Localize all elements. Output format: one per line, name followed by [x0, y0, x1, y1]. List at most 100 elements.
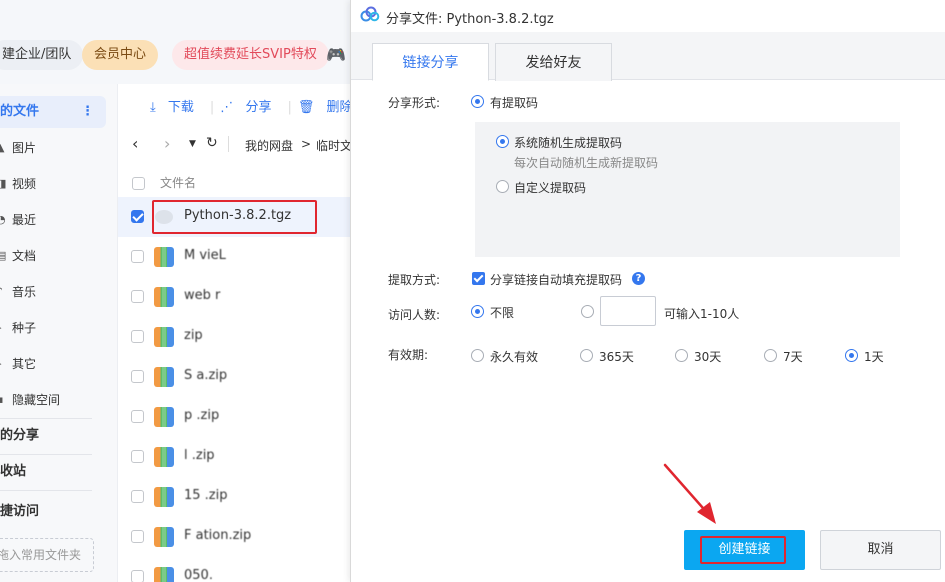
file-toolbar: ⤓ 下载 | ⋰ 分享 | 🗑 删除 — [150, 96, 369, 115]
dialog-title: 分享文件: Python-3.8.2.tgz — [386, 12, 554, 27]
team-button[interactable]: 建企业/团队 — [0, 40, 84, 70]
quick-access-drop-zone[interactable]: 拖入常用文件夹 — [0, 538, 94, 572]
share-button[interactable]: ⋰ 分享 — [220, 100, 279, 115]
breadcrumb-current[interactable]: 临时文 — [316, 137, 352, 154]
visitors-label: 访问人数: — [388, 308, 441, 322]
file-checkbox[interactable] — [131, 530, 144, 543]
file-row[interactable]: 15 .zip — [118, 477, 350, 517]
file-name: l .zip — [184, 448, 215, 463]
file-row[interactable]: 050. — [118, 557, 350, 582]
vip-center-button[interactable]: 会员中心 — [82, 40, 159, 70]
more-icon[interactable]: ⋮ — [81, 96, 94, 128]
sidebar-item-recycle[interactable]: 收站 — [0, 458, 26, 486]
video-icon: ◨ — [0, 177, 7, 190]
zip-icon — [154, 247, 174, 267]
download-button[interactable]: ⤓ 下载 — [150, 100, 202, 115]
sidebar-item-my-files[interactable]: 的文件 ⋮ — [0, 96, 106, 128]
clock-icon: ◔ — [0, 213, 6, 226]
sidebar-item-seeds[interactable]: ▸种子 — [0, 314, 100, 342]
sidebar-item-my-share[interactable]: 的分享 — [0, 422, 39, 450]
with-code-radio[interactable] — [471, 95, 484, 108]
file-row[interactable]: web r — [118, 277, 350, 317]
create-link-button[interactable]: 创建链接 — [684, 530, 805, 570]
file-name: M vieL — [184, 248, 226, 263]
file-checkbox[interactable] — [131, 370, 144, 383]
annotation-arrow-icon — [663, 463, 716, 524]
file-row[interactable]: p .zip — [118, 397, 350, 437]
file-checkbox[interactable] — [131, 490, 144, 503]
refresh-icon[interactable]: ↻ — [206, 135, 218, 151]
with-code-label: 有提取码 — [490, 96, 539, 110]
breadcrumb-sep: > — [301, 137, 312, 151]
limited-radio[interactable] — [581, 305, 594, 318]
file-checkbox[interactable] — [131, 290, 144, 303]
validity-radio-30[interactable] — [675, 349, 688, 362]
zip-icon — [154, 567, 174, 582]
sidebar-item-hidden-space[interactable]: ▪隐藏空间 — [0, 386, 100, 414]
unlimited-radio[interactable] — [471, 305, 484, 318]
back-icon[interactable]: ‹ — [132, 134, 138, 153]
file-name: F ation.zip — [184, 528, 252, 543]
file-checkbox[interactable] — [131, 330, 144, 343]
zip-icon — [154, 407, 174, 427]
auto-fill-checkbox[interactable] — [472, 272, 485, 285]
validity-radio-permanent[interactable] — [471, 349, 484, 362]
file-checkbox[interactable] — [131, 570, 144, 582]
select-all-checkbox[interactable] — [132, 177, 145, 190]
sidebar: 的文件 ⋮ ▲图片 ◨视频 ◔最近 ▤文档 ♪音乐 ▸种子 ▸其它 ▪隐藏空间 … — [0, 84, 118, 582]
help-icon[interactable]: ? — [632, 272, 645, 285]
zip-icon — [154, 487, 174, 507]
sidebar-item-other[interactable]: ▸其它 — [0, 350, 100, 378]
sidebar-item-recent[interactable]: ◔ 最近 — [0, 206, 100, 234]
validity-label: 有效期: — [388, 348, 429, 362]
file-row[interactable]: zip — [118, 317, 350, 357]
zip-icon — [154, 527, 174, 547]
other-icon: ▸ — [0, 350, 10, 378]
validity-radio-7[interactable] — [764, 349, 777, 362]
zip-icon — [154, 287, 174, 307]
file-checkbox[interactable] — [131, 450, 144, 463]
visitors-hint: 可输入1-10人 — [664, 307, 740, 321]
random-code-radio[interactable] — [496, 135, 509, 148]
forward-icon[interactable]: › — [164, 134, 170, 153]
highlight-box-file — [152, 200, 317, 234]
file-name: zip — [184, 328, 203, 343]
validity-option-label: 365天 — [599, 350, 634, 364]
file-checkbox[interactable] — [131, 410, 144, 423]
tab-send-to-friend[interactable]: 发给好友 — [495, 43, 612, 81]
path-nav: ‹ › ▼ ↻ 我的网盘 > 临时文 — [132, 134, 352, 158]
column-name-label: 文件名 — [160, 176, 197, 190]
tab-link-share[interactable]: 链接分享 — [372, 43, 489, 81]
validity-radio-1[interactable] — [845, 349, 858, 362]
history-dropdown-icon[interactable]: ▼ — [189, 139, 196, 149]
validity-radio-365[interactable] — [580, 349, 593, 362]
divider — [228, 136, 229, 152]
breadcrumb-root[interactable]: 我的网盘 — [245, 137, 293, 154]
file-checkbox[interactable] — [131, 210, 144, 223]
share-dialog: 分享文件: Python-3.8.2.tgz 链接分享 发给好友 分享形式: 有… — [350, 0, 945, 582]
sidebar-item-videos[interactable]: ◨ 视频 — [0, 170, 100, 198]
file-name: 15 .zip — [184, 488, 228, 503]
file-pane: ⤓ 下载 | ⋰ 分享 | 🗑 删除 ‹ › ▼ ↻ 我的网盘 > 临时文 文件名 Py… — [118, 84, 353, 582]
sidebar-item-docs[interactable]: ▤ 文档 — [0, 242, 100, 270]
validity-option-label: 7天 — [783, 350, 803, 364]
file-row[interactable]: S a.zip — [118, 357, 350, 397]
custom-code-radio[interactable] — [496, 180, 509, 193]
zip-icon — [154, 447, 174, 467]
file-row[interactable]: M vieL — [118, 237, 350, 277]
svip-promo-button[interactable]: 超值续费延长SVIP特权 — [172, 40, 329, 70]
sidebar-item-images[interactable]: ▲ 图片 — [0, 134, 100, 162]
cancel-button[interactable]: 取消 — [820, 530, 941, 570]
file-checkbox[interactable] — [131, 250, 144, 263]
file-row[interactable]: F ation.zip — [118, 517, 350, 557]
extract-method-label: 提取方式: — [388, 273, 441, 287]
image-icon: ▲ — [0, 141, 5, 154]
file-row[interactable]: l .zip — [118, 437, 350, 477]
visitor-count-input[interactable] — [600, 296, 656, 326]
trash-icon: 🗑 — [297, 100, 315, 115]
auto-fill-label: 分享链接自动填充提取码 — [490, 273, 623, 287]
sidebar-item-music[interactable]: ♪音乐 — [0, 278, 100, 306]
cloud-logo-icon — [360, 6, 380, 22]
sidebar-item-quick-access[interactable]: 捷访问 — [0, 498, 39, 526]
validity-option-label: 1天 — [864, 350, 884, 364]
